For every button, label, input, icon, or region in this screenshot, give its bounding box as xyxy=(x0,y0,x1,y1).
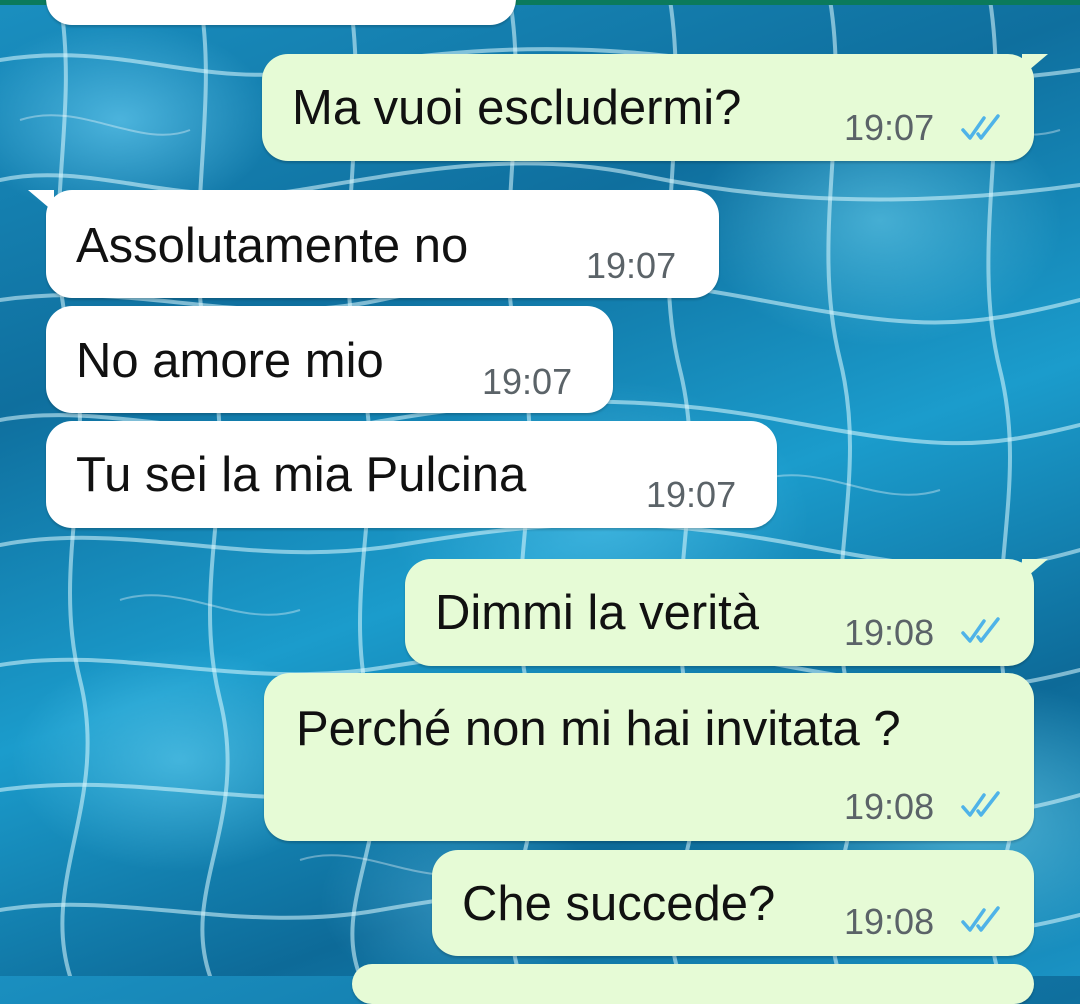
message-text: Dimmi la verità xyxy=(435,586,759,640)
message-bubble-outgoing[interactable]: Che succede? 19:08 xyxy=(432,850,1034,956)
message-time: 19:08 xyxy=(844,901,935,942)
double-check-icon xyxy=(961,791,1000,817)
message-time: 19:08 xyxy=(844,786,935,827)
message-time: 19:07 xyxy=(586,245,677,286)
double-check-icon xyxy=(961,114,1000,140)
message-bubble-outgoing[interactable]: Perché non mi hai invitata ? 19:08 xyxy=(264,673,1034,841)
message-text: Che succede? xyxy=(462,877,776,931)
message-bubble-incoming[interactable]: Tu sei la mia Pulcina 19:07 xyxy=(46,421,777,528)
message-text: Ma vuoi escludermi? xyxy=(292,81,742,135)
message-bubble-partial-top xyxy=(46,0,516,25)
message-time: 19:07 xyxy=(482,361,573,402)
double-check-icon xyxy=(961,617,1000,643)
message-time: 19:08 xyxy=(844,612,935,653)
message-bubble-incoming[interactable]: Assolutamente no 19:07 xyxy=(28,190,719,298)
bubble-tail xyxy=(1022,559,1048,581)
bubble-tail xyxy=(28,190,54,212)
message-bubble-outgoing[interactable]: Ma vuoi escludermi? 19:07 xyxy=(262,54,1048,161)
bubble-tail xyxy=(1022,54,1048,76)
message-bubble-incoming[interactable]: No amore mio 19:07 xyxy=(46,306,613,413)
message-text: Tu sei la mia Pulcina xyxy=(76,448,527,502)
message-text: No amore mio xyxy=(76,334,384,388)
message-bubble-outgoing[interactable]: Dimmi la verità 19:08 xyxy=(405,559,1048,666)
message-text: Perché non mi hai invitata ? xyxy=(296,702,901,756)
double-check-icon xyxy=(961,906,1000,932)
message-bubble-partial-bottom xyxy=(352,964,1034,1004)
message-text: Assolutamente no xyxy=(76,219,469,273)
message-time: 19:07 xyxy=(844,107,935,148)
message-time: 19:07 xyxy=(646,474,737,515)
